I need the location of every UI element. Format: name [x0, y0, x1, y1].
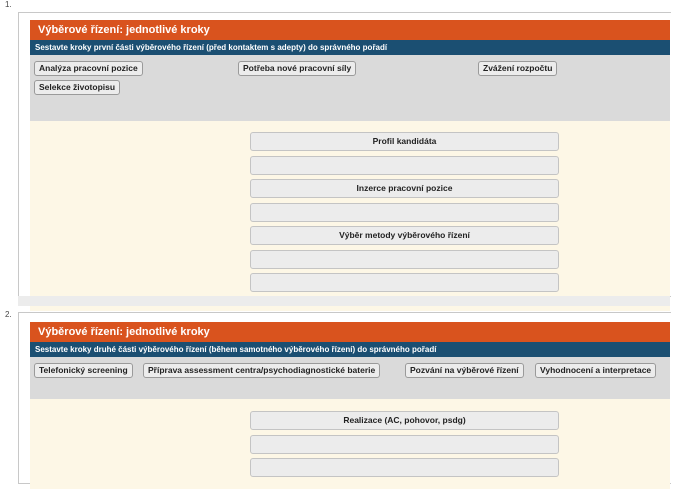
drop-slot[interactable] [250, 203, 559, 222]
draggable-option[interactable]: Analýza pracovní pozice [34, 61, 143, 76]
question-2: Výběrové řízení: jednotlivé kroky Sestav… [30, 322, 670, 489]
draggable-option[interactable]: Selekce životopisu [34, 80, 121, 95]
options-pool: Analýza pracovní pozice Potřeba nové pra… [30, 55, 670, 121]
drop-slot[interactable] [250, 458, 559, 477]
drop-area: Profil kandidáta Inzerce pracovní pozice… [30, 121, 670, 311]
drop-slot[interactable] [250, 156, 559, 175]
drop-slot[interactable] [250, 435, 559, 454]
question-instruction: Sestavte kroky druhé části výběrového ří… [30, 342, 670, 357]
draggable-option[interactable]: Potřeba nové pracovní síly [238, 61, 357, 76]
question-instruction: Sestavte kroky první části výběrového ří… [30, 40, 670, 55]
drop-slot[interactable] [250, 250, 559, 269]
draggable-option[interactable]: Pozvání na výběrové řízení [405, 363, 524, 378]
drop-slot[interactable]: Realizace (AC, pohovor, psdg) [250, 411, 559, 430]
question-number: 2. [5, 310, 12, 319]
question-title: Výběrové řízení: jednotlivé kroky [30, 322, 670, 342]
drop-slot[interactable]: Profil kandidáta [250, 132, 559, 151]
question-title: Výběrové řízení: jednotlivé kroky [30, 20, 670, 40]
draggable-option[interactable]: Zvážení rozpočtu [478, 61, 558, 76]
draggable-option[interactable]: Vyhodnocení a interpretace [535, 363, 657, 378]
drop-area: Realizace (AC, pohovor, psdg) [30, 399, 670, 489]
question-1: Výběrové řízení: jednotlivé kroky Sestav… [30, 20, 670, 311]
drop-slot[interactable]: Inzerce pracovní pozice [250, 179, 559, 198]
draggable-option[interactable]: Příprava assessment centra/psychodiagnos… [143, 363, 381, 378]
drop-slot[interactable] [250, 273, 559, 292]
draggable-option[interactable]: Telefonický screening [34, 363, 133, 378]
question-number: 1. [5, 0, 12, 9]
drop-slot[interactable]: Výběr metody výběrového řízení [250, 226, 559, 245]
options-pool: Telefonický screening Příprava assessmen… [30, 357, 670, 399]
question-separator [18, 296, 670, 306]
